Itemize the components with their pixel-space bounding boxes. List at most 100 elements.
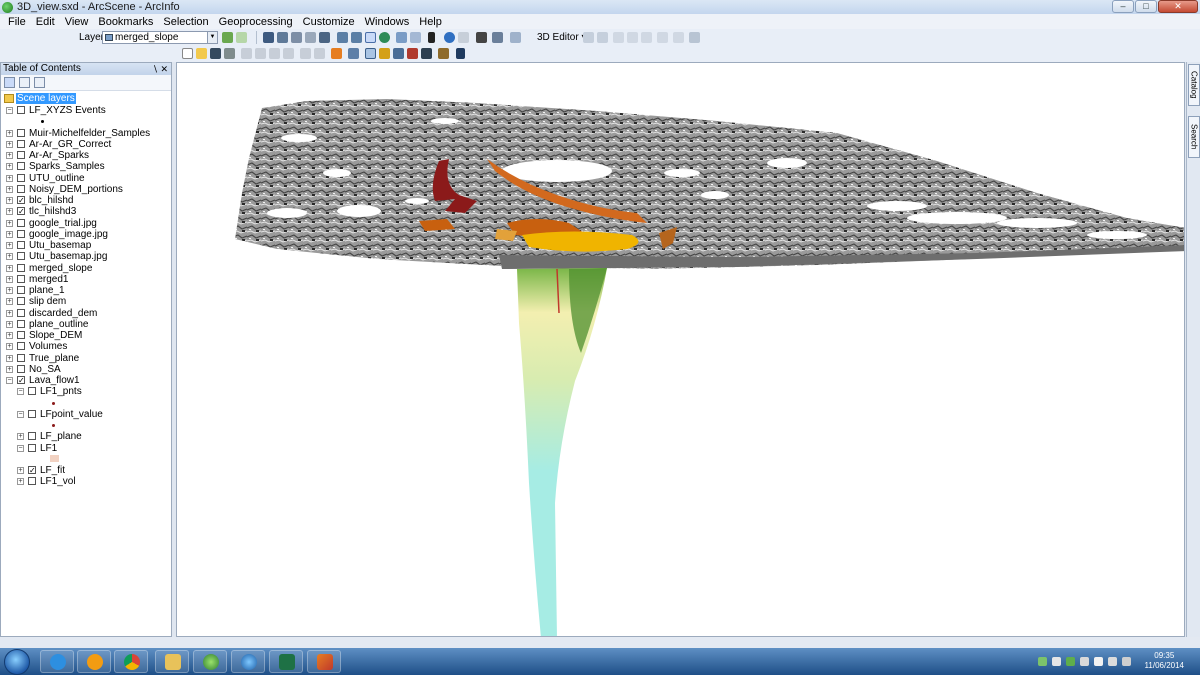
scene-properties-icon[interactable] — [348, 48, 359, 59]
toc-layer-label[interactable]: Slope_DEM — [29, 330, 82, 341]
toc-layer-label[interactable]: LF_fit — [40, 465, 65, 476]
sketch-icon[interactable] — [597, 32, 608, 43]
collapse-icon[interactable]: − — [17, 411, 24, 418]
pin-icon[interactable]: ∖ — [152, 63, 158, 75]
open-folder-icon[interactable] — [196, 48, 207, 59]
toc-layer-label[interactable]: google_image.jpg — [29, 229, 108, 240]
taskbar-chrome[interactable] — [114, 650, 148, 673]
zoom-in-icon[interactable] — [337, 32, 348, 43]
layer-visibility-checkbox[interactable] — [17, 297, 25, 305]
menu-file[interactable]: File — [3, 16, 31, 28]
maximize-button[interactable]: □ — [1135, 0, 1157, 13]
add-data-icon[interactable] — [331, 48, 342, 59]
network-icon[interactable] — [1108, 657, 1117, 666]
catalog-tab[interactable]: Catalog — [1188, 64, 1200, 106]
menu-windows[interactable]: Windows — [360, 16, 415, 28]
taskbar-excel[interactable] — [269, 650, 303, 673]
save-icon[interactable] — [210, 48, 221, 59]
taskbar-explorer[interactable] — [155, 650, 189, 673]
map-view-icon[interactable] — [379, 48, 390, 59]
toc-layer-label[interactable]: LFpoint_value — [40, 409, 103, 420]
toc-layer-label[interactable]: Volumes — [29, 341, 67, 352]
menu-help[interactable]: Help — [414, 16, 447, 28]
toc-layer-label[interactable]: blc_hilshd — [29, 195, 73, 206]
measure-icon[interactable] — [492, 32, 503, 43]
catalog-window-icon[interactable] — [421, 48, 432, 59]
identify-icon[interactable] — [444, 32, 455, 43]
menu-bookmarks[interactable]: Bookmarks — [93, 16, 158, 28]
toc-layer-label[interactable]: UTU_outline — [29, 173, 85, 184]
zoom-out-icon[interactable] — [351, 32, 362, 43]
taskbar-arccatalog[interactable] — [231, 650, 265, 673]
clear-selection-icon[interactable] — [410, 32, 421, 43]
target-center-icon[interactable] — [291, 32, 302, 43]
navigate-icon[interactable] — [263, 32, 274, 43]
fly-icon[interactable] — [277, 32, 288, 43]
expand-icon[interactable]: + — [6, 355, 13, 362]
toc-layer-label[interactable]: Utu_basemap — [29, 240, 91, 251]
find-icon[interactable] — [476, 32, 487, 43]
layer-visibility-checkbox[interactable] — [17, 174, 25, 182]
cut-icon[interactable] — [241, 48, 252, 59]
toc-layer-label[interactable]: LF_plane — [40, 431, 82, 442]
whats-this-icon[interactable] — [456, 48, 465, 59]
toc-layer-label[interactable]: Noisy_DEM_portions — [29, 184, 123, 195]
attributes-icon[interactable] — [657, 32, 668, 43]
scene-layers-label[interactable]: Scene layers — [16, 93, 76, 104]
expand-icon[interactable]: + — [6, 343, 13, 350]
expand-icon[interactable]: + — [6, 186, 13, 193]
toc-layer-label[interactable]: Ar-Ar_Sparks — [29, 150, 89, 161]
options-icon[interactable] — [34, 77, 45, 88]
paste-icon[interactable] — [269, 48, 280, 59]
expand-icon[interactable]: + — [6, 152, 13, 159]
tray-icon-3[interactable] — [1066, 657, 1075, 666]
layer-visibility-checkbox[interactable]: ✓ — [17, 376, 25, 385]
transparency-icon[interactable] — [236, 32, 247, 43]
menu-view[interactable]: View — [60, 16, 94, 28]
layer-visibility-checkbox[interactable] — [28, 444, 36, 452]
toc-layer-label[interactable]: LF1_vol — [40, 476, 76, 487]
toc-layer-label[interactable]: LF_XYZS Events — [29, 105, 106, 116]
collapse-icon[interactable]: − — [17, 388, 24, 395]
edit-layer-icon[interactable] — [689, 32, 700, 43]
expand-icon[interactable]: + — [6, 175, 13, 182]
toc-layer-label[interactable]: Muir-Michelfelder_Samples — [29, 128, 150, 139]
expand-icon[interactable]: + — [6, 208, 13, 215]
layer-visibility-checkbox[interactable] — [17, 129, 25, 137]
layer-visibility-checkbox[interactable] — [17, 106, 25, 114]
arctoolbox-icon[interactable] — [438, 48, 449, 59]
layer-visibility-checkbox[interactable] — [17, 140, 25, 148]
html-popup-icon[interactable] — [458, 32, 469, 43]
layer-visibility-checkbox[interactable] — [17, 354, 25, 362]
set-observer-icon[interactable] — [319, 32, 330, 43]
list-by-drawing-order-icon[interactable] — [4, 77, 15, 88]
layer-visibility-checkbox[interactable] — [17, 331, 25, 339]
layer-visibility-checkbox[interactable]: ✓ — [28, 466, 36, 475]
toc-layer-label[interactable]: Ar-Ar_GR_Correct — [29, 139, 111, 150]
layer-visibility-checkbox[interactable] — [17, 264, 25, 272]
layer-properties-icon[interactable] — [222, 32, 233, 43]
table-view-icon[interactable] — [393, 48, 404, 59]
layer-visibility-checkbox[interactable] — [17, 185, 25, 193]
list-by-source-icon[interactable] — [19, 77, 30, 88]
expand-icon[interactable]: + — [6, 332, 13, 339]
layer-visibility-checkbox[interactable]: ✓ — [17, 207, 25, 216]
layer-visibility-checkbox[interactable] — [17, 275, 25, 283]
editor-options-icon[interactable] — [673, 32, 684, 43]
layer-visibility-checkbox[interactable] — [28, 432, 36, 440]
close-button[interactable]: ✕ — [1158, 0, 1198, 13]
search-tab[interactable]: Search — [1188, 116, 1200, 158]
collapse-icon[interactable]: − — [6, 377, 13, 384]
expand-icon[interactable]: + — [6, 231, 13, 238]
toc-layer-label[interactable]: Lava_flow1 — [29, 375, 80, 386]
tray-icon-1[interactable] — [1038, 657, 1047, 666]
menu-edit[interactable]: Edit — [31, 16, 60, 28]
new-document-icon[interactable] — [182, 48, 193, 59]
undo-icon[interactable] — [300, 48, 311, 59]
expand-icon[interactable]: + — [17, 433, 24, 440]
collapse-icon[interactable]: − — [17, 445, 24, 452]
expand-icon[interactable]: + — [6, 298, 13, 305]
chevron-down-icon[interactable]: ▼ — [207, 32, 217, 43]
toc-layer-label[interactable]: LF1_pnts — [40, 386, 82, 397]
full-extent-icon[interactable] — [379, 32, 390, 43]
